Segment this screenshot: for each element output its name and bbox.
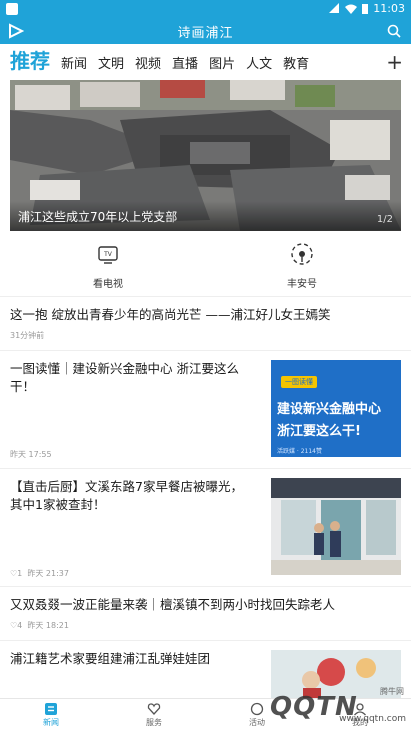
tab-education[interactable]: 教育 xyxy=(283,53,309,78)
news-time: 昨天 21:37 xyxy=(27,569,69,578)
news-time: 31分钟前 xyxy=(10,331,45,340)
thumb-line-1: 建设新兴金融中心 xyxy=(277,402,382,417)
fengan-link[interactable]: 丰安号 xyxy=(252,235,352,290)
tab-video[interactable]: 视频 xyxy=(135,53,161,78)
nav-service[interactable]: 服务 xyxy=(124,702,184,728)
fengan-label: 丰安号 xyxy=(287,279,317,290)
thumb-tag: 一图读懂 xyxy=(281,376,317,388)
divider xyxy=(0,586,411,587)
list-item[interactable]: 又双叒叕一波正能量来袭｜檀溪镇不到两小时找回失踪老人 ♡4 昨天 18:21 xyxy=(10,596,401,631)
category-tabs: 推荐 新闻 文明 视频 直播 图片 人文 教育 + xyxy=(0,44,411,78)
like-count: 1 xyxy=(17,569,23,578)
status-bar: 11:03 xyxy=(0,0,411,18)
tab-news[interactable]: 新闻 xyxy=(61,53,87,78)
divider xyxy=(0,296,411,297)
divider xyxy=(0,468,411,469)
app-title: 诗画浦江 xyxy=(177,26,234,41)
wifi-icon xyxy=(345,4,358,14)
watch-tv-label: 看电视 xyxy=(93,279,123,290)
tab-civilization[interactable]: 文明 xyxy=(98,53,124,78)
news-title: 浦江籍艺术家要组建浦江乱弹娃娃团 xyxy=(10,651,211,666)
quick-links: TV 看电视 丰安号 xyxy=(0,235,411,295)
divider xyxy=(0,350,411,351)
news-thumbnail: 一图读懂 建设新兴金融中心 浙江要这么干! 活跃媒 · 2114赞 xyxy=(271,360,401,457)
list-item[interactable]: 【直击后厨】文溪东路7家早餐店被曝光，其中1家被查封！ ♡1 昨天 21:37 xyxy=(10,478,401,578)
divider xyxy=(0,640,411,641)
news-title: 这一抱 绽放出青春少年的高尚光芒 ——浦江好儿女王嫣笑 xyxy=(10,307,331,322)
app-bar: 诗画浦江 xyxy=(0,18,411,44)
signal-icon xyxy=(329,2,340,13)
tab-pictures[interactable]: 图片 xyxy=(209,53,235,78)
banner-pager: 1/2 xyxy=(376,214,393,225)
tab-recommend[interactable]: 推荐 xyxy=(10,45,50,78)
thumb-line-2: 浙江要这么干! xyxy=(277,424,361,439)
battery-icon xyxy=(362,3,369,14)
news-meta: ♡4 昨天 18:21 xyxy=(10,620,401,631)
news-icon xyxy=(45,703,57,715)
add-tab-icon[interactable]: + xyxy=(386,50,403,74)
search-icon[interactable] xyxy=(387,24,401,38)
watermark-tag: 腾牛网 xyxy=(380,687,404,696)
news-title: 一图读懂｜建设新兴金融中心 浙江要这么干！ xyxy=(10,361,239,394)
news-thumbnail xyxy=(271,478,401,575)
news-title: 又双叒叕一波正能量来袭｜檀溪镇不到两小时找回失踪老人 xyxy=(10,597,336,612)
news-title: 【直击后厨】文溪东路7家早餐店被曝光，其中1家被查封！ xyxy=(10,479,243,512)
nav-service-label: 服务 xyxy=(146,718,162,727)
thumb-footer: 活跃媒 · 2114赞 xyxy=(277,448,322,455)
status-icons: 11:03 xyxy=(329,2,405,15)
watermark-url: www.qqtn.com xyxy=(339,714,406,724)
nav-news[interactable]: 新闻 xyxy=(21,702,81,728)
tv-icon: TV xyxy=(98,246,118,264)
app-badge-icon xyxy=(6,3,18,15)
news-time: 昨天 17:55 xyxy=(10,450,52,459)
clock: 11:03 xyxy=(373,2,405,15)
banner-carousel[interactable]: 浦江这些成立70年以上党支部 1/2 xyxy=(10,80,401,231)
nav-news-label: 新闻 xyxy=(43,718,59,727)
tab-culture[interactable]: 人文 xyxy=(246,53,272,78)
tab-live[interactable]: 直播 xyxy=(172,53,198,78)
broadcast-icon xyxy=(291,243,313,265)
like-count: 4 xyxy=(17,621,23,630)
list-item[interactable]: 一图读懂｜建设新兴金融中心 浙江要这么干！ 昨天 17:55 一图读懂 建设新兴… xyxy=(10,360,401,460)
list-item[interactable]: 这一抱 绽放出青春少年的高尚光芒 ——浦江好儿女王嫣笑 31分钟前 xyxy=(10,306,401,341)
qqtn-watermark: 腾牛网 QQTN www.qqtn.com xyxy=(262,684,410,729)
news-time: 昨天 18:21 xyxy=(27,621,69,630)
banner-caption: 浦江这些成立70年以上党支部 xyxy=(18,210,178,224)
svg-text:TV: TV xyxy=(103,251,113,258)
news-meta: ♡1 昨天 21:37 xyxy=(10,568,69,579)
watch-tv-link[interactable]: TV 看电视 xyxy=(58,235,158,290)
service-icon xyxy=(147,703,161,715)
